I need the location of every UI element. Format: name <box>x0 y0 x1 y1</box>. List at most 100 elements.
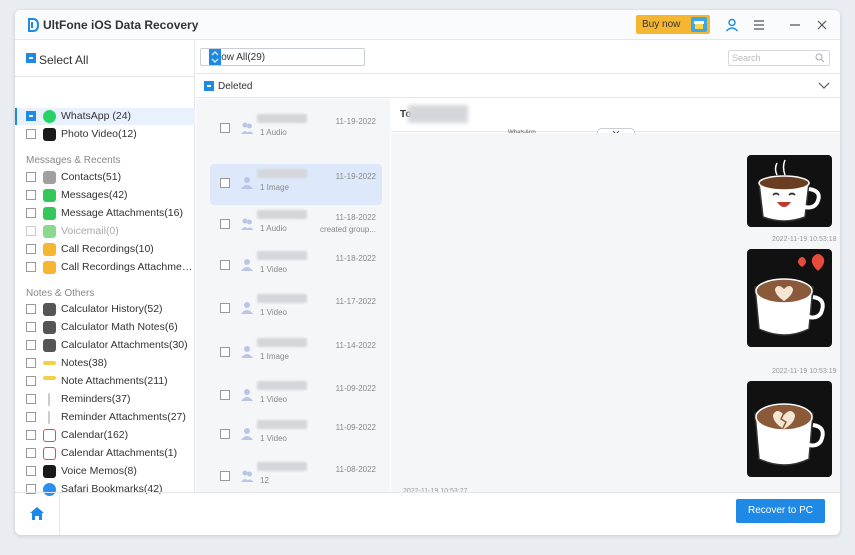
reminders-checkbox[interactable] <box>26 394 36 404</box>
sticker-latte-heart[interactable] <box>747 249 832 347</box>
sidebar-item-calendar[interactable]: Calendar(162) <box>15 427 195 444</box>
sidebar-item-calculator-math-notes[interactable]: Calculator Math Notes(6) <box>15 319 195 336</box>
person-avatar-icon <box>241 259 253 271</box>
calendar-attachments-checkbox[interactable] <box>26 448 36 458</box>
conversation-date: 11-19-2022 <box>335 117 376 126</box>
calendar-icon <box>43 447 56 460</box>
whatsapp-checkbox[interactable] <box>26 111 36 121</box>
row-checkbox[interactable] <box>220 347 230 357</box>
conversation-row[interactable]: 1 Audio 11-19-2022 <box>210 109 382 150</box>
account-icon[interactable] <box>725 18 739 32</box>
conversation-subtitle: 1 Video <box>260 265 287 274</box>
row-checkbox[interactable] <box>220 219 230 229</box>
calculator-math-notes-checkbox[interactable] <box>26 322 36 332</box>
reminder-attachments-checkbox[interactable] <box>26 412 36 422</box>
row-checkbox[interactable] <box>220 260 230 270</box>
row-checkbox[interactable] <box>220 303 230 313</box>
home-button[interactable] <box>15 492 60 535</box>
select-all-checkbox[interactable] <box>26 53 36 63</box>
contact-name-blurred <box>257 338 307 347</box>
filter-bar: Show All(29) Search <box>196 40 840 74</box>
conversation-row[interactable]: 1 Video 11-09-2022 <box>210 415 382 456</box>
conversation-subtitle: 1 Image <box>260 183 289 192</box>
buy-now-button[interactable]: Buy now <box>636 15 710 34</box>
sidebar-item-reminders[interactable]: Reminders(37) <box>15 391 195 408</box>
sidebar-item-label: Notes(38) <box>61 357 108 369</box>
conversation-row[interactable]: 1 Video 11-09-2022 <box>210 376 382 417</box>
conversation-snippet: created group... <box>319 225 376 234</box>
deleted-checkbox[interactable] <box>204 81 214 91</box>
message-attachments-icon <box>43 207 56 220</box>
conversation-subtitle: 1 Video <box>260 395 287 404</box>
row-checkbox[interactable] <box>220 123 230 133</box>
group-header-messages: Messages & Recents <box>26 155 121 166</box>
conversation-row[interactable]: 1 Image 11-14-2022 <box>210 333 382 374</box>
person-avatar-icon <box>241 177 253 189</box>
sidebar-item-label: Reminder Attachments(27) <box>61 411 186 423</box>
voice-memos-checkbox[interactable] <box>26 466 36 476</box>
sidebar-item-calculator-history[interactable]: Calculator History(52) <box>15 301 195 318</box>
search-icon <box>815 53 825 63</box>
messages-checkbox[interactable] <box>26 190 36 200</box>
gift-icon <box>691 17 707 32</box>
sidebar-item-voice-memos[interactable]: Voice Memos(8) <box>15 463 195 480</box>
row-checkbox[interactable] <box>220 178 230 188</box>
conversation-row[interactable]: 1 Video 11-18-2022 <box>210 246 382 287</box>
contacts-icon <box>43 171 56 184</box>
broken-heart-coffee-sticker-icon <box>754 403 825 466</box>
contact-name-blurred <box>257 462 307 471</box>
chevron-down-icon[interactable] <box>818 82 830 90</box>
sticker-broken-heart-coffee[interactable] <box>747 381 832 477</box>
row-checkbox[interactable] <box>220 471 230 481</box>
whatsapp-icon <box>43 110 56 123</box>
sidebar-item-messages[interactable]: Messages(42) <box>15 187 195 204</box>
photo-video-icon <box>43 128 56 141</box>
sidebar-item-notes[interactable]: Notes(38) <box>15 355 195 372</box>
row-checkbox[interactable] <box>220 429 230 439</box>
show-filter-dropdown[interactable]: Show All(29) <box>200 48 365 66</box>
note-attachments-checkbox[interactable] <box>26 376 36 386</box>
sidebar-item-contacts[interactable]: Contacts(51) <box>15 169 195 186</box>
menu-icon[interactable] <box>752 18 766 32</box>
call-recordings-attachments-checkbox[interactable] <box>26 262 36 272</box>
conversation-row[interactable]: 1 Audio 11-18-2022 created group... <box>210 205 382 246</box>
recover-to-pc-button[interactable]: Recover to PC <box>736 499 825 523</box>
call-recordings-checkbox[interactable] <box>26 244 36 254</box>
row-checkbox[interactable] <box>220 390 230 400</box>
contacts-checkbox[interactable] <box>26 172 36 182</box>
search-input[interactable]: Search <box>728 50 830 66</box>
message-attachments-checkbox[interactable] <box>26 208 36 218</box>
sidebar-item-label: Calendar Attachments(1) <box>61 447 178 459</box>
sidebar-item-label: Calendar(162) <box>61 429 129 441</box>
conversation-row[interactable]: 1 Image 11-19-2022 <box>210 164 382 205</box>
sidebar-item-call-recordings-attachments[interactable]: Call Recordings Attachments(10) <box>15 259 195 276</box>
sidebar-item-call-recordings[interactable]: Call Recordings(10) <box>15 241 195 258</box>
close-icon[interactable] <box>815 18 829 32</box>
sidebar-item-photo-video[interactable]: Photo Video(12) <box>15 126 195 143</box>
select-all-label: Select All <box>39 53 89 67</box>
conversation-row[interactable]: 1 Video 11-17-2022 <box>210 289 382 330</box>
minimize-icon[interactable] <box>788 18 802 32</box>
buy-now-label: Buy now <box>642 19 681 30</box>
sticker-happy-coffee[interactable] <box>747 155 832 227</box>
photo-video-checkbox[interactable] <box>26 129 36 139</box>
calculator-icon <box>43 339 56 352</box>
sidebar-item-reminder-attachments[interactable]: Reminder Attachments(27) <box>15 409 195 426</box>
notes-checkbox[interactable] <box>26 358 36 368</box>
sidebar-item-calendar-attachments[interactable]: Calendar Attachments(1) <box>15 445 195 462</box>
contact-name-blurred <box>257 169 307 178</box>
call-recordings-icon <box>43 243 56 256</box>
search-placeholder: Search <box>732 53 761 63</box>
select-all-row[interactable]: Select All <box>15 40 195 77</box>
sidebar-item-message-attachments[interactable]: Message Attachments(16) <box>15 205 195 222</box>
sidebar-item-note-attachments[interactable]: Note Attachments(211) <box>15 373 195 390</box>
sidebar-item-whatsapp[interactable]: WhatsApp (24) <box>15 108 195 125</box>
calculator-attachments-checkbox[interactable] <box>26 340 36 350</box>
calculator-history-checkbox[interactable] <box>26 304 36 314</box>
sidebar-item-label: Voicemail(0) <box>61 225 119 237</box>
message-timestamp: 2022-11-19 10:53:19 <box>772 368 837 375</box>
sidebar-item-calculator-attachments[interactable]: Calculator Attachments(30) <box>15 337 195 354</box>
sidebar-item-label: Note Attachments(211) <box>61 375 168 387</box>
voice-memos-icon <box>43 465 56 478</box>
calendar-checkbox[interactable] <box>26 430 36 440</box>
